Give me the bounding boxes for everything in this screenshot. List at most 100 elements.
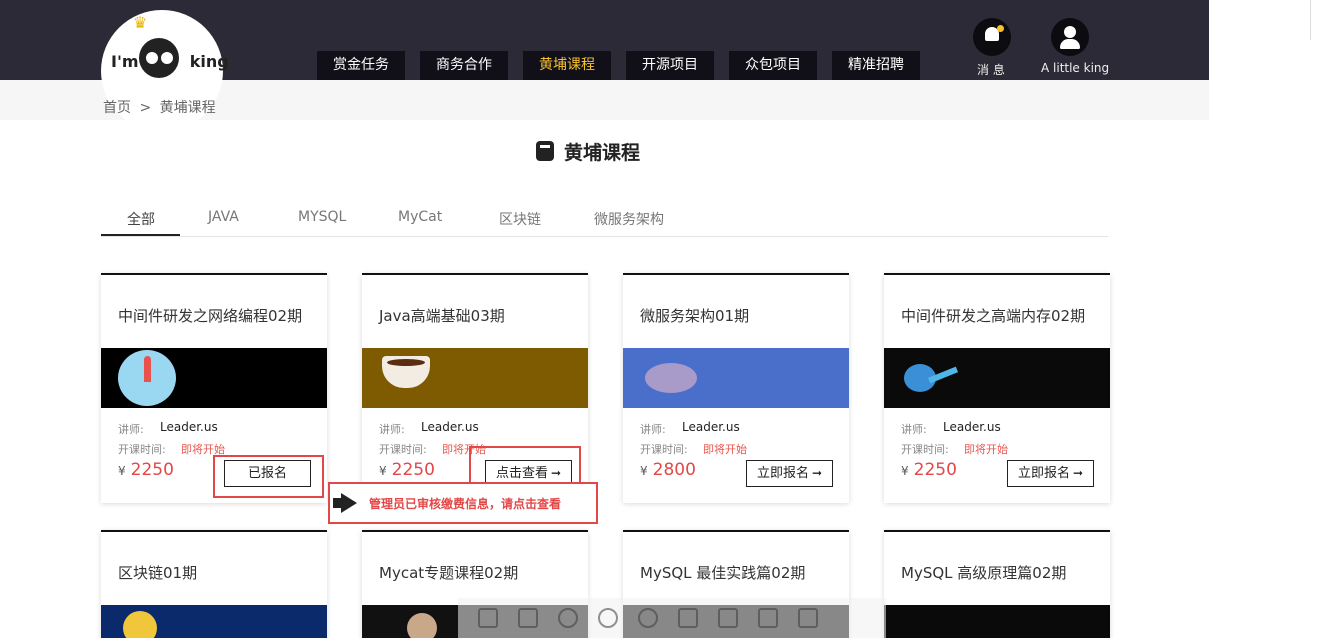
fit-icon[interactable] (478, 608, 498, 628)
right-margin (1209, 0, 1317, 638)
arrow-right-icon: ➞ (1072, 466, 1084, 480)
nav-item-opensource[interactable]: 开源项目 (626, 51, 714, 80)
course-title[interactable]: 中间件研发之高端内存02期 (901, 305, 1085, 326)
notice-text[interactable]: 管理员已审核缴费信息，请点击查看 (369, 495, 561, 512)
course-title[interactable]: 微服务架构01期 (640, 305, 749, 326)
tab-blockchain[interactable]: 区块链 (499, 209, 541, 229)
breadcrumb: 首页 > 黄埔课程 (103, 97, 216, 117)
course-title[interactable]: Java高端基础03期 (379, 305, 505, 326)
rocket-icon (118, 350, 176, 406)
instructor-name: Leader.us (160, 420, 218, 434)
main-nav: 赏金任务 商务合作 黄埔课程 开源项目 众包项目 精准招聘 (317, 51, 920, 80)
enroll-button[interactable]: 立即报名 ➞ (746, 460, 833, 487)
user-icon[interactable] (1051, 18, 1089, 56)
crown-icon: ♛ (133, 13, 148, 32)
nav-item-business[interactable]: 商务合作 (420, 51, 508, 80)
page-title-text: 黄埔课程 (564, 141, 641, 164)
course-card[interactable]: 中间件研发之高端内存02期 讲师: Leader.us 开课时间: 即将开始 ¥… (884, 273, 1110, 503)
logo-text-right: king (189, 52, 229, 71)
megaphone-icon (333, 492, 363, 514)
rotate-icon[interactable] (638, 608, 658, 628)
course-image[interactable] (101, 605, 327, 638)
nav-item-bounty[interactable]: 赏金任务 (317, 51, 405, 80)
nav-item-crowdsource[interactable]: 众包项目 (729, 51, 817, 80)
nav-item-courses[interactable]: 黄埔课程 (523, 51, 611, 80)
start-time-value: 即将开始 (964, 443, 1008, 456)
currency-symbol: ¥ (118, 464, 126, 478)
breadcrumb-current: 黄埔课程 (159, 100, 216, 116)
course-price: ¥2800 (640, 460, 696, 480)
course-title[interactable]: Mycat专题课程02期 (379, 562, 518, 583)
course-image[interactable] (101, 348, 327, 408)
messages-label[interactable]: 消 息 (977, 61, 1005, 78)
price-amount: 2250 (130, 460, 174, 480)
start-time-label: 开课时间: (901, 443, 949, 456)
course-title[interactable]: 区块链01期 (118, 562, 197, 583)
course-icon (536, 141, 554, 161)
course-card[interactable]: MySQL 高级原理篇02期 (884, 530, 1110, 638)
tab-mycat[interactable]: MyCat (398, 209, 442, 225)
zoom-in-icon[interactable] (558, 608, 578, 628)
course-price: ¥2250 (901, 460, 957, 480)
course-price: ¥2250 (118, 460, 174, 480)
breadcrumb-separator: > (139, 100, 152, 116)
instructor-name: Leader.us (943, 420, 1001, 434)
page-title: 黄埔课程 (536, 138, 640, 164)
viewer-toolbar (458, 598, 886, 638)
tab-mysql[interactable]: MYSQL (298, 209, 346, 225)
highlight-enrolled-button (213, 455, 324, 498)
enroll-button[interactable]: 立即报名 ➞ (1007, 460, 1094, 487)
course-image[interactable] (623, 348, 849, 408)
user-name-label[interactable]: A little king (1041, 61, 1109, 75)
button-label: 立即报名 (1017, 466, 1070, 481)
logo-text-left: I'm (111, 52, 139, 71)
start-time-value: 即将开始 (703, 443, 747, 456)
device-icon[interactable] (758, 608, 778, 628)
nav-item-recruit[interactable]: 精准招聘 (832, 51, 920, 80)
logo-text: I'm king (111, 52, 229, 71)
price-amount: 2800 (652, 460, 696, 480)
instructor-label: 讲师: (901, 423, 927, 436)
button-label: 立即报名 (756, 466, 809, 481)
whale-icon (645, 363, 697, 393)
bookmark-icon[interactable] (718, 608, 738, 628)
price-amount: 2250 (391, 460, 435, 480)
course-image[interactable] (362, 348, 588, 408)
admin-notice[interactable]: 管理员已审核缴费信息，请点击查看 (328, 482, 598, 524)
coffee-cup-icon (382, 356, 430, 388)
tab-java[interactable]: JAVA (208, 209, 239, 225)
instructor-name: Leader.us (421, 420, 479, 434)
arrow-right-icon: ➞ (811, 466, 823, 480)
currency-symbol: ¥ (640, 464, 648, 478)
mycat-icon (407, 613, 437, 638)
fullscreen-icon[interactable] (518, 608, 538, 628)
course-image[interactable] (884, 605, 1110, 638)
category-tabs: 全部 JAVA MYSQL MyCat 区块链 微服务架构 (101, 200, 1108, 237)
gear-icon (123, 611, 157, 638)
tab-microservices[interactable]: 微服务架构 (594, 209, 664, 229)
start-time-label: 开课时间: (640, 443, 688, 456)
course-title[interactable]: MySQL 高级原理篇02期 (901, 562, 1066, 583)
page: 赏金任务 商务合作 黄埔课程 开源项目 众包项目 精准招聘 消 息 A litt… (0, 0, 1317, 638)
bell-icon[interactable] (973, 18, 1011, 56)
course-title[interactable]: MySQL 最佳实践篇02期 (640, 562, 805, 583)
start-time-label: 开课时间: (118, 443, 166, 456)
instructor-name: Leader.us (682, 420, 740, 434)
zoom-out-icon[interactable] (598, 608, 618, 628)
currency-symbol: ¥ (901, 464, 909, 478)
breadcrumb-home[interactable]: 首页 (103, 100, 131, 116)
tab-active-underline (101, 234, 180, 236)
instructor-label: 讲师: (118, 423, 144, 436)
course-card[interactable]: 微服务架构01期 讲师: Leader.us 开课时间: 即将开始 ¥2800 … (623, 273, 849, 503)
course-price: ¥2250 (379, 460, 435, 480)
price-amount: 2250 (913, 460, 957, 480)
instructor-label: 讲师: (379, 423, 405, 436)
tab-all[interactable]: 全部 (127, 209, 155, 229)
save-icon[interactable] (678, 608, 698, 628)
start-time-label: 开课时间: (379, 443, 427, 456)
course-title[interactable]: 中间件研发之网络编程02期 (118, 305, 302, 326)
share-icon[interactable] (798, 608, 818, 628)
currency-symbol: ¥ (379, 464, 387, 478)
course-card[interactable]: 区块链01期 (101, 530, 327, 638)
course-image[interactable] (884, 348, 1110, 408)
